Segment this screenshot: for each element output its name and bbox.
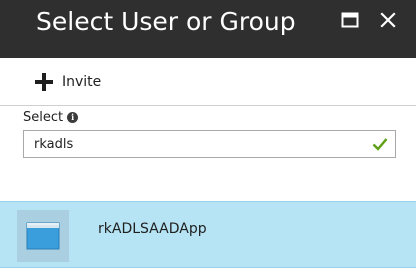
invite-button[interactable]: Invite [34,70,101,94]
command-bar: Invite [0,58,416,106]
maximize-button[interactable] [332,0,368,40]
result-row-selected[interactable]: rkADLSAADApp [0,201,416,268]
close-button[interactable] [370,0,406,40]
select-search-input[interactable] [24,131,364,157]
blade-title: Select User or Group [36,7,296,36]
app-avatar [17,210,69,262]
application-icon [26,222,60,250]
select-field-label: Select i [23,108,79,126]
blade-header: Select User or Group [0,0,416,58]
invite-label: Invite [62,74,102,90]
maximize-icon [341,12,359,28]
plus-icon [35,73,53,91]
select-search-box [23,130,396,158]
info-icon[interactable]: i [67,111,79,123]
result-name: rkADLSAADApp [98,221,207,237]
select-label-text: Select [23,109,64,125]
close-icon [380,12,396,28]
checkmark-icon [372,138,388,151]
